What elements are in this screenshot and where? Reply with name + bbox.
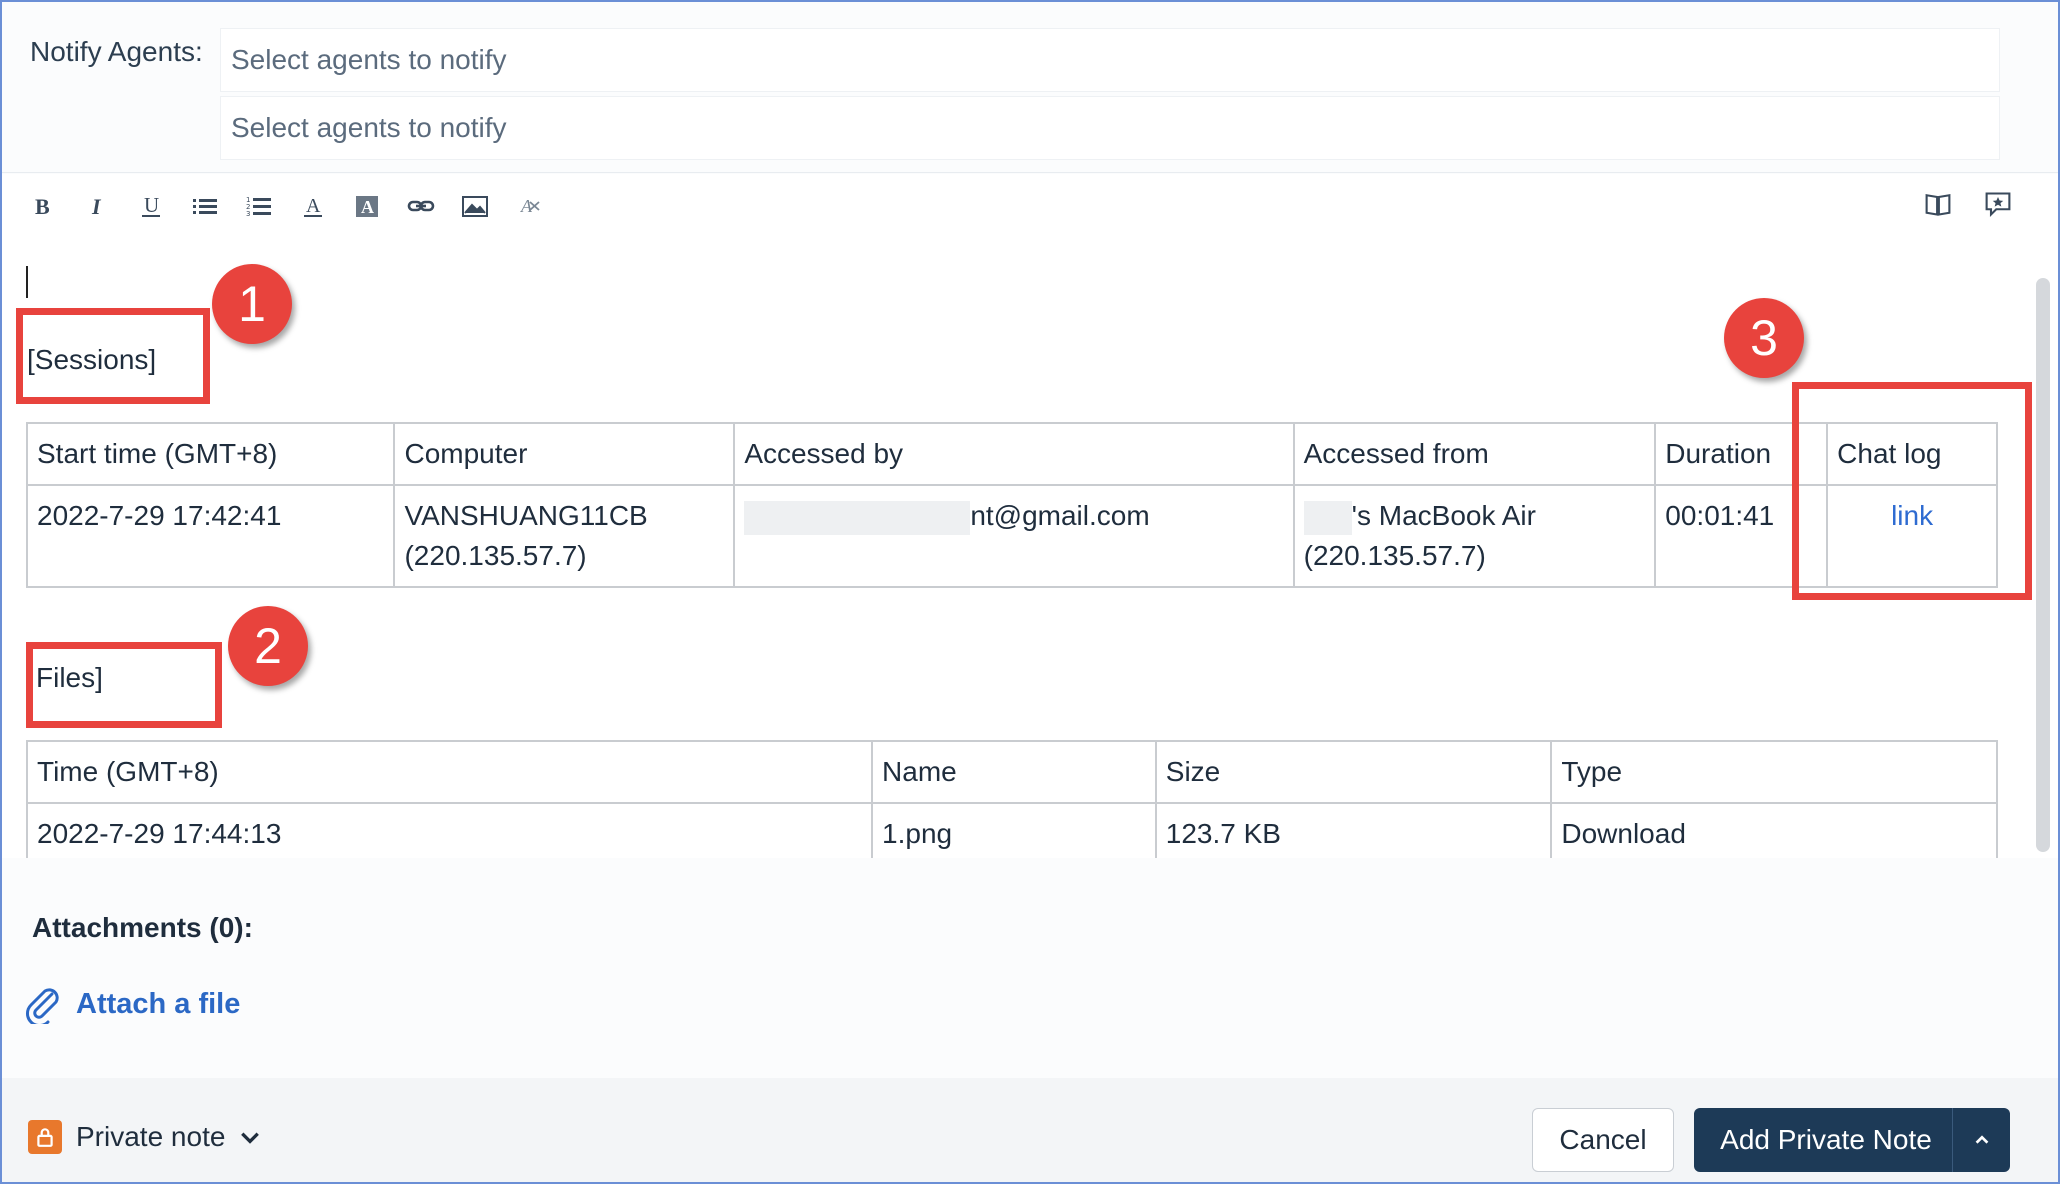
accessed-by-email: nt@gmail.com <box>970 500 1150 531</box>
table-row: 2022-7-29 17:42:41 VANSHUANG11CB (220.13… <box>25 484 1998 588</box>
numbered-list-icon[interactable]: 123 <box>232 188 286 224</box>
header-accessed-by: Accessed by <box>733 422 1295 486</box>
image-icon[interactable] <box>448 188 502 224</box>
comment-star-icon[interactable] <box>1978 186 2018 222</box>
annotation-box-2 <box>26 642 222 728</box>
background-color-icon[interactable]: A <box>340 188 394 224</box>
attach-file-link[interactable]: Attach a file <box>22 984 240 1024</box>
accessed-from-ip: (220.135.57.7) <box>1303 540 1486 571</box>
annotation-box-1 <box>16 308 210 404</box>
note-composer: Notify Agents: Select agents to notify S… <box>0 0 2060 1184</box>
attach-file-label: Attach a file <box>76 987 241 1020</box>
svg-text:A: A <box>361 197 374 217</box>
note-type-label: Private note <box>76 1121 226 1152</box>
cell-start-time: 2022-7-29 17:42:41 <box>25 484 396 588</box>
header-time: Time (GMT+8) <box>25 740 874 804</box>
cell-accessed-from: 's MacBook Air (220.135.57.7) <box>1292 484 1657 588</box>
cell-size: 123.7 KB <box>1154 802 1553 866</box>
redacted-block <box>744 500 971 535</box>
svg-text:3: 3 <box>246 210 250 218</box>
header-type: Type <box>1550 740 1998 804</box>
font-color-icon[interactable]: A <box>286 188 340 224</box>
chevron-down-icon <box>241 1132 260 1144</box>
header-accessed-from: Accessed from <box>1292 422 1657 486</box>
book-icon[interactable] <box>1918 186 1958 222</box>
header-size: Size <box>1154 740 1553 804</box>
annotation-badge-3: 3 <box>1724 298 1804 378</box>
notify-agents-input[interactable]: Select agents to notify <box>220 28 2000 92</box>
paperclip-icon <box>26 988 59 1024</box>
divider <box>2 172 2058 173</box>
bullet-list-icon[interactable] <box>178 188 232 224</box>
notify-agents-input-secondary[interactable]: Select agents to notify <box>220 96 2000 160</box>
annotation-badge-1: 1 <box>212 264 292 344</box>
table-header-row: Time (GMT+8) Name Size Type <box>25 740 1998 804</box>
attachments-section <box>2 858 2058 1078</box>
cancel-button[interactable]: Cancel <box>1532 1108 1674 1172</box>
table-header-row: Start time (GMT+8) Computer Accessed by … <box>25 422 1998 486</box>
italic-icon[interactable]: I <box>70 188 124 224</box>
table-row: 2022-7-29 17:44:13 1.png 123.7 KB Downlo… <box>25 802 1998 866</box>
add-private-note-label: Add Private Note <box>1720 1124 1932 1155</box>
accessed-from-device: 's MacBook Air <box>1351 500 1536 531</box>
note-type-dropdown[interactable]: Private note <box>28 1120 261 1154</box>
files-table: Time (GMT+8) Name Size Type 2022-7-29 17… <box>25 740 1998 866</box>
text-caret <box>26 266 28 298</box>
header-start-time: Start time (GMT+8) <box>25 422 396 486</box>
annotation-box-3 <box>1792 382 2032 600</box>
chevron-up-icon[interactable] <box>1952 1108 2010 1172</box>
editor-toolbar: B I U 123 A A A <box>16 188 556 224</box>
computer-ip: (220.135.57.7) <box>404 540 587 571</box>
link-icon[interactable] <box>394 188 448 224</box>
svg-text:U: U <box>144 193 159 217</box>
computer-name: VANSHUANG11CB <box>404 500 648 531</box>
annotation-badge-2: 2 <box>228 606 308 686</box>
header-name: Name <box>871 740 1157 804</box>
attachments-title: Attachments (0): <box>32 912 253 943</box>
bold-icon[interactable]: B <box>16 188 70 224</box>
editor-scrollbar[interactable] <box>2036 278 2050 852</box>
svg-text:B: B <box>35 194 50 219</box>
svg-text:A: A <box>306 195 321 217</box>
cell-computer: VANSHUANG11CB (220.135.57.7) <box>393 484 736 588</box>
svg-text:I: I <box>91 194 102 219</box>
add-private-note-button[interactable]: Add Private Note <box>1694 1108 2010 1172</box>
cell-type: Download <box>1550 802 1998 866</box>
notify-agents-label: Notify Agents: <box>30 36 203 67</box>
sessions-table: Start time (GMT+8) Computer Accessed by … <box>25 422 1998 588</box>
lock-icon <box>28 1120 62 1154</box>
clear-format-icon[interactable]: A <box>502 188 556 224</box>
cell-name: 1.png <box>871 802 1157 866</box>
editor-toolbar-right <box>1918 186 2018 222</box>
svg-text:A: A <box>520 196 533 216</box>
underline-icon[interactable]: U <box>124 188 178 224</box>
cell-time: 2022-7-29 17:44:13 <box>25 802 874 866</box>
header-computer: Computer <box>393 422 736 486</box>
cell-accessed-by: nt@gmail.com <box>733 484 1295 588</box>
redacted-block <box>1303 500 1352 535</box>
